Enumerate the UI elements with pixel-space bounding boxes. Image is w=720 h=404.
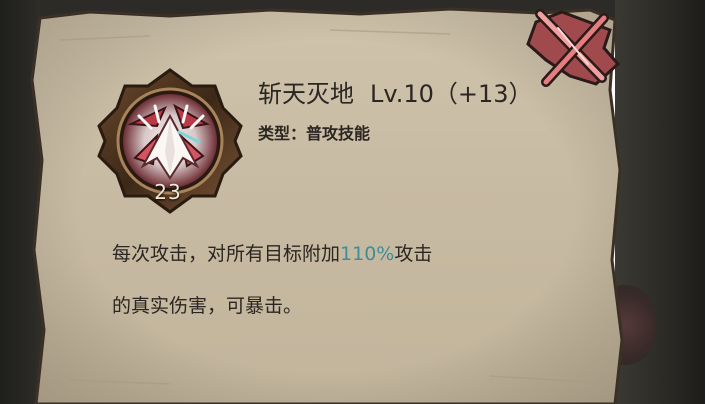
description-line-1-prefix: 每次攻击，对所有目标附加 [112,243,341,265]
skill-type: 类型：普攻技能 [258,120,370,144]
description-line-2: 的真实伤害，可暴击。 [112,295,303,317]
skill-type-value: 普攻技能 [306,124,371,143]
skill-description: 每次攻击，对所有目标附加110%攻击 的真实伤害，可暴击。 [112,228,582,332]
damage-percent: 110% [340,243,395,265]
description-line-1-suffix: 攻击 [394,243,433,265]
description-line-1: 每次攻击，对所有目标附加110%攻击 [112,228,582,280]
skill-name: 斩天灭地 [258,80,354,108]
skill-type-label: 类型： [258,124,307,143]
skill-icon-badge: 23 [154,180,182,204]
skill-level: Lv.10（+13） [370,80,533,108]
close-button[interactable] [518,4,624,92]
skill-info-panel: 23 斩天灭地 Lv.10（+13） 类型：普攻技能 每次攻击，对所有目标附加11… [0,0,720,404]
skill-title: 斩天灭地 Lv.10（+13） [258,74,533,109]
close-icon [526,9,621,87]
